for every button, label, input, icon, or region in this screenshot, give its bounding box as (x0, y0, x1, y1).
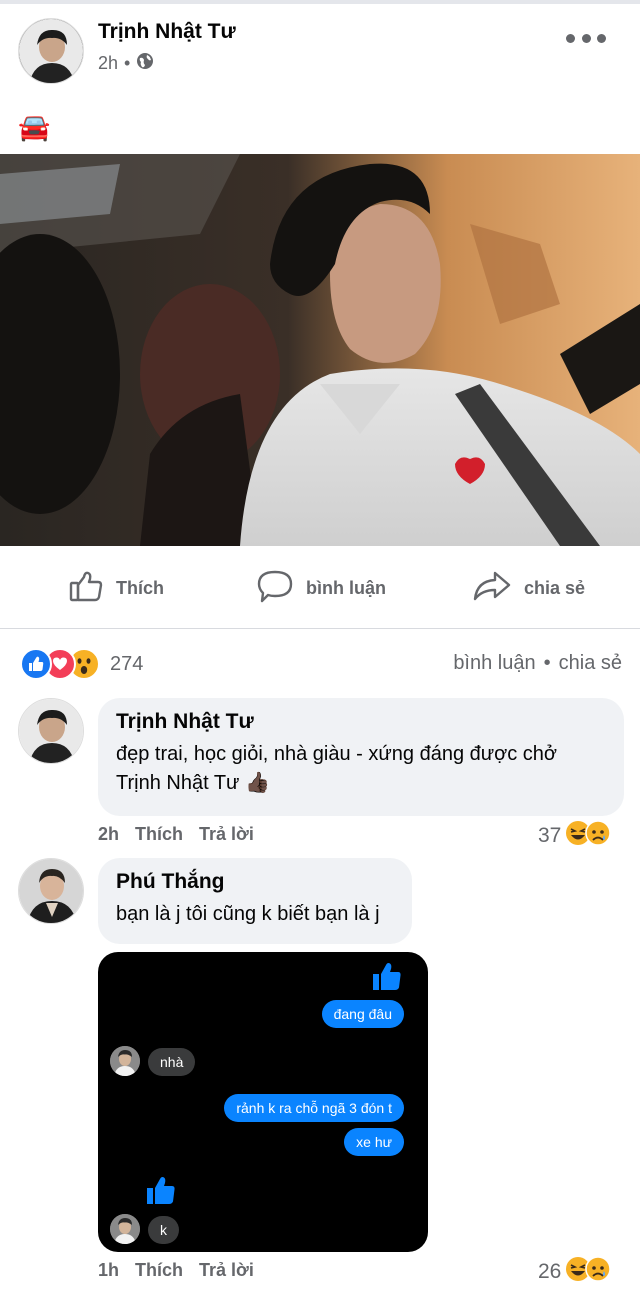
chat-message-out-2: rảnh k ra chỗ ngã 3 đón t (224, 1094, 404, 1122)
comments-link[interactable]: bình luận (453, 652, 535, 675)
comment-2-avatar[interactable] (18, 858, 84, 924)
comment-1-text: đẹp trai, học giỏi, nhà giàu - xứng đáng… (116, 743, 558, 794)
chat-message-in-1: nhà (148, 1048, 196, 1076)
share-icon (472, 568, 512, 609)
comment-1-reply-button[interactable]: Trả lời (199, 824, 254, 845)
post-author-avatar[interactable] (18, 18, 84, 84)
thumbs-up-icon (68, 568, 104, 609)
more-options-icon[interactable] (566, 28, 606, 48)
comment-1-reactions[interactable]: 37 (538, 820, 612, 852)
comment-2-bubble: Phú Thắng bạn là j tôi cũng k biết bạn l… (98, 858, 412, 944)
post-meta: 2h • (98, 52, 154, 75)
comment-1-like-button[interactable]: Thích (135, 824, 183, 845)
chat-contact-avatar (110, 1046, 140, 1076)
share-label: chia sẻ (524, 577, 586, 598)
post-author-name[interactable]: Trịnh Nhật Tư (98, 20, 236, 44)
like-button[interactable]: Thích (68, 566, 164, 610)
comment-1-author[interactable]: Trịnh Nhật Tư (116, 710, 606, 734)
comment-2-time: 1h (98, 1260, 120, 1280)
comment-2-like-button[interactable]: Thích (135, 1260, 183, 1281)
sad-reaction-icon (585, 1256, 612, 1288)
share-button[interactable]: chia sẻ (472, 566, 585, 610)
thumbs-up-icon (370, 960, 404, 999)
comment-1-bubble: Trịnh Nhật Tư đẹp trai, học giỏi, nhà gi… (98, 698, 624, 816)
comment-icon (256, 568, 294, 609)
chat-message-in-2: k (148, 1216, 179, 1244)
comment-label: bình luận (306, 577, 386, 598)
post-photo[interactable] (0, 154, 640, 546)
comment-button[interactable]: bình luận (256, 566, 386, 610)
reaction-count: 274 (110, 652, 144, 675)
comment-2-actions: 1h Thích Trả lời (98, 1260, 254, 1281)
chat-message-out-3: xe hư (344, 1128, 404, 1156)
globe-icon[interactable] (136, 52, 154, 75)
top-divider (0, 0, 640, 4)
comment-2-text: bạn là j tôi cũng k biết bạn là j (116, 903, 380, 925)
reaction-summary[interactable]: 274 (20, 648, 143, 680)
post-text: 🚘 (18, 112, 51, 142)
action-divider (0, 628, 640, 629)
meta-separator: • (124, 53, 131, 73)
comment-2-author[interactable]: Phú Thắng (116, 870, 394, 894)
like-reaction-icon (20, 648, 52, 680)
comment-1-avatar[interactable] (18, 698, 84, 764)
like-label: Thích (116, 577, 164, 598)
comment-1-time: 2h (98, 824, 120, 844)
shares-link[interactable]: chia sẻ (559, 652, 622, 675)
chat-contact-avatar (110, 1214, 140, 1244)
engagement-links: bình luận • chia sẻ (453, 652, 622, 675)
action-bar: Thích bình luận chia sẻ (0, 556, 640, 618)
chat-message-out-1: đang đâu (321, 1000, 404, 1028)
summary-separator: • (543, 652, 551, 674)
comment-2-reply-button[interactable]: Trả lời (199, 1260, 254, 1281)
post-time[interactable]: 2h (98, 53, 118, 74)
comment-1-reaction-count: 37 (538, 824, 562, 847)
comment-2-reaction-count: 26 (538, 1260, 562, 1283)
sad-reaction-icon (585, 820, 612, 852)
comment-2-image-attachment[interactable]: đang đâu nhà rảnh k ra chỗ ngã 3 đón t x… (98, 952, 428, 1252)
thumbs-up-icon (144, 1174, 178, 1213)
comment-2-reactions[interactable]: 26 (538, 1256, 612, 1288)
comment-1-actions: 2h Thích Trả lời (98, 824, 254, 845)
